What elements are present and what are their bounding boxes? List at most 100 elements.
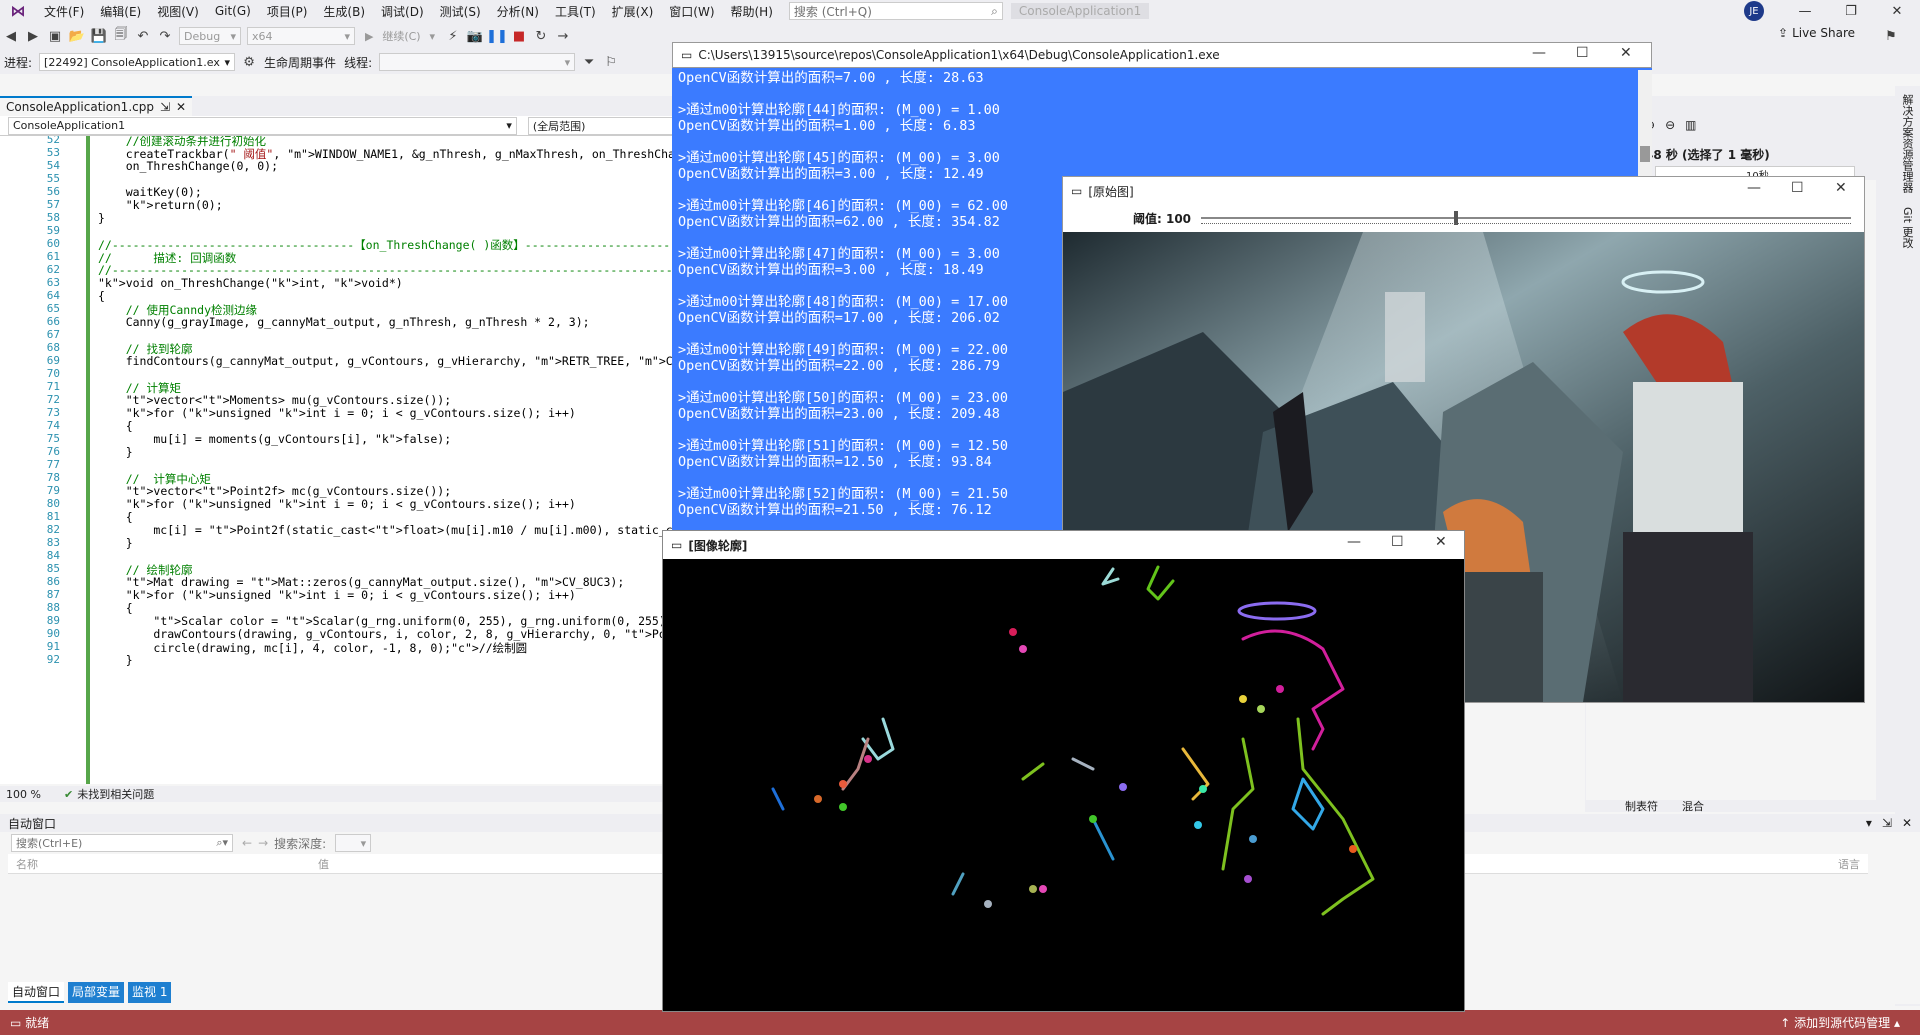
minimize-icon[interactable]: — <box>1347 534 1361 550</box>
stop-icon[interactable]: ■ <box>508 25 530 47</box>
code-editor[interactable]: 52 //创建滚动条并进行初始化 53 createTrackbar(" 阈值",… <box>0 136 680 784</box>
close-icon[interactable]: ✕ <box>1874 0 1920 22</box>
code-line[interactable]: Canny(g_grayImage, g_cannyMat_output, g_… <box>98 315 590 329</box>
menu-tools[interactable]: 工具(T) <box>547 3 604 20</box>
add-to-source-control[interactable]: ↑ 添加到源代码管理 ▴ <box>1780 1014 1900 1031</box>
code-line[interactable]: "t">Scalar color = "t">Scalar(g_rng.unif… <box>98 614 680 628</box>
minimize-icon[interactable]: — <box>1532 45 1546 61</box>
new-project-icon[interactable]: ▣ <box>44 25 66 47</box>
menu-file[interactable]: 文件(F) <box>36 3 92 20</box>
col-name[interactable]: 名称 <box>8 856 318 872</box>
code-line[interactable]: mc[i] = "t">Point2f(static_cast<"t">floa… <box>98 523 680 537</box>
tab-autos[interactable]: 自动窗口 <box>8 982 65 1003</box>
code-line[interactable]: { <box>98 601 133 615</box>
code-line[interactable]: "k">for ("k">unsigned "k">int i = 0; i <… <box>98 406 576 420</box>
code-line[interactable]: "k">return(0); <box>98 198 223 212</box>
forward-icon[interactable]: → <box>258 836 268 850</box>
maximize-icon[interactable]: ☐ <box>1391 534 1404 550</box>
code-line[interactable]: "t">Mat drawing = "t">Mat::zeros(g_canny… <box>98 575 625 589</box>
code-line[interactable]: "k">for ("k">unsigned "k">int i = 0; i <… <box>98 497 576 511</box>
zoom-out-icon[interactable]: ⊖ <box>1665 118 1675 132</box>
code-line[interactable]: "k">void on_ThreshChange("k">int, "k">vo… <box>98 276 403 290</box>
menu-window[interactable]: 窗口(W) <box>661 3 722 20</box>
save-all-icon[interactable]: 🗐 <box>110 25 132 47</box>
maximize-icon[interactable]: ☐ <box>1576 45 1589 61</box>
original-titlebar[interactable]: ▭ [原始图] — ☐ ✕ <box>1063 177 1864 205</box>
menu-help[interactable]: 帮助(H) <box>723 3 781 20</box>
maximize-icon[interactable]: ☐ <box>1791 180 1804 196</box>
restart-icon[interactable]: ↻ <box>530 25 552 47</box>
feedback-icon[interactable]: ⚑ <box>1880 25 1902 47</box>
code-line[interactable]: drawContours(drawing, g_vContours, i, co… <box>98 627 680 641</box>
scope-select[interactable]: ConsoleApplication1 ▾ <box>8 116 517 135</box>
camera-icon[interactable]: 📷 <box>464 25 486 47</box>
minimize-icon[interactable]: — <box>1747 180 1761 196</box>
global-scope-select[interactable]: (全局范围) <box>527 116 677 135</box>
global-search-input[interactable]: 搜索 (Ctrl+Q) ⌕ <box>788 2 1003 20</box>
code-line[interactable]: circle(drawing, mc[i], 4, color, -1, 8, … <box>98 640 527 656</box>
pin-icon[interactable]: ⇲ <box>1882 816 1892 830</box>
code-line[interactable]: } <box>98 445 133 459</box>
code-line[interactable]: } <box>98 653 133 667</box>
open-icon[interactable]: 📂 <box>66 25 88 47</box>
process-select[interactable]: [22492] ConsoleApplication1.ex ▾ <box>39 53 236 71</box>
code-line[interactable]: { <box>98 419 133 433</box>
menu-debug[interactable]: 调试(D) <box>373 3 432 20</box>
redo-icon[interactable]: ↷ <box>154 25 176 47</box>
code-line[interactable]: "t">vector<"t">Point2f> mc(g_vContours.s… <box>98 484 451 498</box>
back-icon[interactable]: ← <box>242 836 252 850</box>
minimize-icon[interactable]: — <box>1782 0 1828 22</box>
git-changes-tab[interactable]: Git 更改 <box>1899 207 1915 248</box>
tab-watch-1[interactable]: 监视 1 <box>128 982 172 1003</box>
contour-image-window[interactable]: ▭ [图像轮廓] — ☐ ✕ <box>662 530 1465 1012</box>
filter-icon[interactable]: ⏷ <box>578 51 600 73</box>
close-icon[interactable]: ✕ <box>176 100 186 114</box>
col-language[interactable]: 语言 <box>1838 856 1860 872</box>
code-line[interactable]: waitKey(0); <box>98 185 202 199</box>
chevron-down-icon[interactable]: ▾ <box>1866 816 1872 830</box>
avatar[interactable]: JE <box>1744 1 1764 21</box>
menu-view[interactable]: 视图(V) <box>149 3 207 20</box>
trackbar-track[interactable] <box>1201 211 1852 225</box>
menu-extensions[interactable]: 扩展(X) <box>604 3 662 20</box>
thread-select[interactable]: ▾ <box>379 53 576 71</box>
lifecycle-label[interactable]: 生命周期事件 <box>264 54 336 71</box>
back-icon[interactable]: ◀ <box>0 25 22 47</box>
continue-button[interactable]: ▶ 继续(C) ▾ <box>361 27 439 45</box>
forward-icon[interactable]: ▶ <box>22 25 44 47</box>
search-depth-select[interactable]: ▾ <box>335 834 372 852</box>
console-scroll-thumb[interactable] <box>1640 146 1650 162</box>
pause-icon[interactable]: ❚❚ <box>486 25 508 47</box>
code-line[interactable]: } <box>98 211 105 225</box>
vs-logo-icon[interactable]: ⋈ <box>0 0 36 22</box>
code-line[interactable]: mu[i] = moments(g_vContours[i], "k">fals… <box>98 432 451 446</box>
close-icon[interactable]: ✕ <box>1435 534 1447 550</box>
threshold-trackbar[interactable]: 阈值: 100 <box>1063 205 1864 231</box>
menu-project[interactable]: 项目(P) <box>259 3 316 20</box>
contour-titlebar[interactable]: ▭ [图像轮廓] — ☐ ✕ <box>663 531 1464 559</box>
config-select[interactable]: Debug ▾ <box>179 27 241 45</box>
code-line[interactable]: findContours(g_cannyMat_output, g_vConto… <box>98 354 680 368</box>
save-icon[interactable]: 💾 <box>88 25 110 47</box>
menu-git[interactable]: Git(G) <box>207 4 259 18</box>
pin-icon[interactable]: ⇲ <box>160 100 170 114</box>
tab-locals[interactable]: 局部变量 <box>68 982 125 1003</box>
autos-search-input[interactable]: 搜索(Ctrl+E) ⌕▾ <box>11 834 233 852</box>
close-icon[interactable]: ✕ <box>1620 45 1632 61</box>
menu-build[interactable]: 生成(B) <box>315 3 373 20</box>
code-line[interactable]: on_ThreshChange(0, 0); <box>98 159 278 173</box>
step-icon[interactable]: → <box>552 25 574 47</box>
console-titlebar[interactable]: ▭ C:\Users\13915\source\repos\ConsoleApp… <box>672 42 1652 68</box>
maximize-icon[interactable]: ❐ <box>1828 0 1874 22</box>
code-line[interactable]: //--------------------------------------… <box>98 263 680 277</box>
close-icon[interactable]: ✕ <box>1902 816 1912 830</box>
live-share-button[interactable]: ⇪ Live Share <box>1778 26 1855 40</box>
code-line[interactable]: { <box>98 510 133 524</box>
menu-test[interactable]: 测试(S) <box>432 3 489 20</box>
lifecycle-icon[interactable]: ⚙ <box>238 51 260 73</box>
undo-icon[interactable]: ↶ <box>132 25 154 47</box>
flag-icon[interactable]: ⚐ <box>600 51 622 73</box>
code-line[interactable]: "t">vector<"t">Moments> mu(g_vContours.s… <box>98 393 451 407</box>
issues-status[interactable]: 未找到相关问题 <box>77 786 154 802</box>
menu-analyze[interactable]: 分析(N) <box>489 3 547 20</box>
